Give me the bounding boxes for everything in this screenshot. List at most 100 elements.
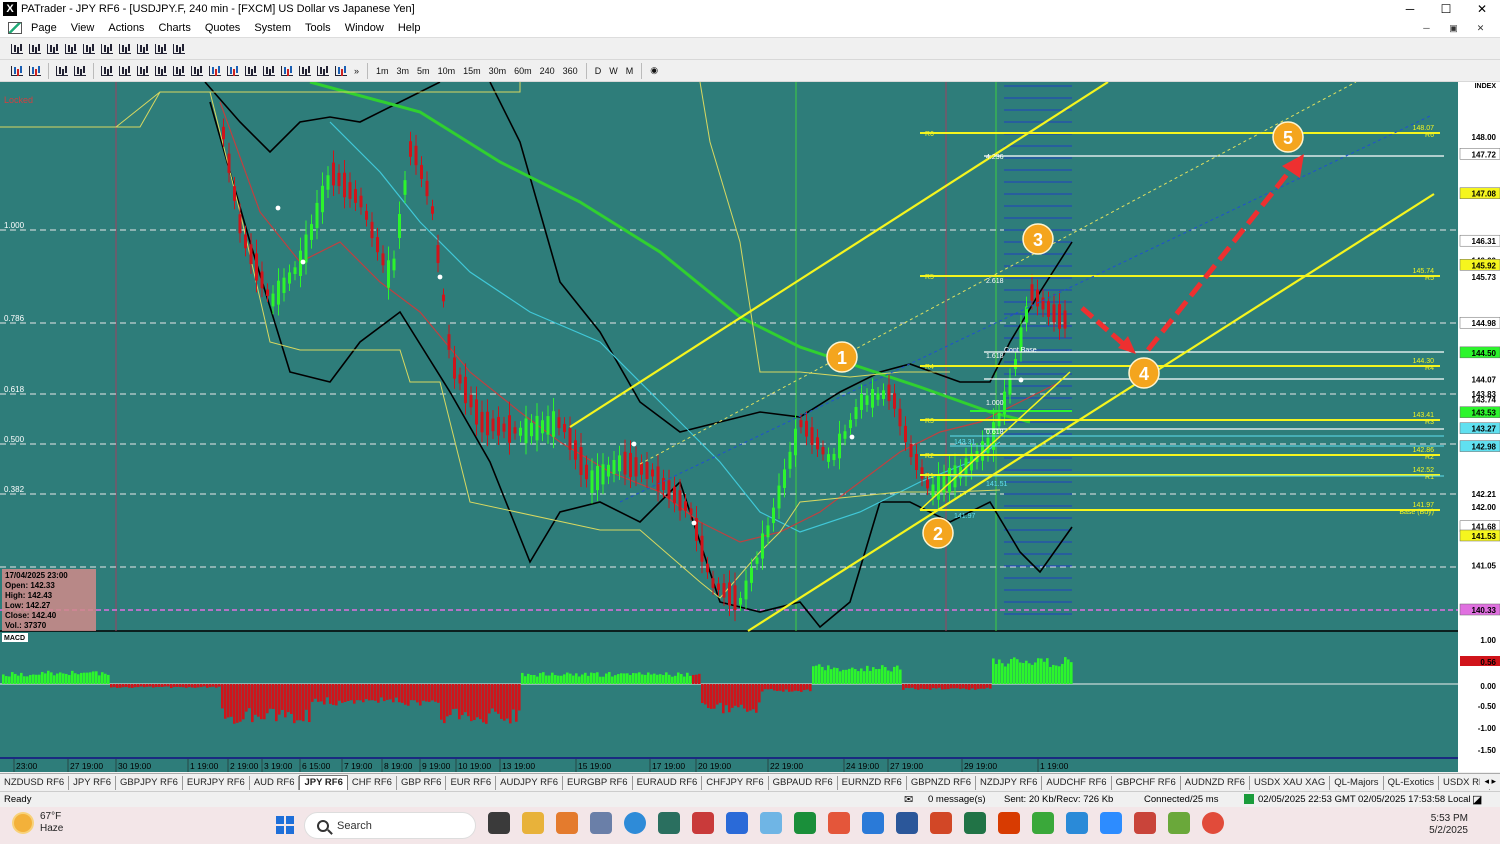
timeframe-daily[interactable]: D: [591, 66, 606, 76]
menu-help[interactable]: Help: [391, 18, 428, 38]
telegram-icon[interactable]: [1066, 812, 1088, 834]
timeframe-15m[interactable]: 15m: [459, 66, 485, 76]
menu-actions[interactable]: Actions: [101, 18, 151, 38]
chart-template-icon[interactable]: [54, 64, 70, 78]
system-clock[interactable]: 5:53 PM 5/2/2025: [1429, 813, 1468, 837]
snipping-icon[interactable]: [556, 812, 578, 834]
taskbar-search[interactable]: Search: [304, 812, 476, 839]
zoom-in-chart-icon[interactable]: [99, 42, 115, 56]
minimize-button[interactable]: ─: [1392, 0, 1428, 18]
symbol-tab[interactable]: GBPCHF RF6: [1112, 775, 1181, 790]
symbol-tab[interactable]: AUD RF6: [250, 775, 300, 790]
envelope-icon[interactable]: ✉: [904, 793, 913, 806]
status-messages[interactable]: 0 message(s): [928, 794, 986, 805]
timeframe-10m[interactable]: 10m: [434, 66, 460, 76]
indicator-icon[interactable]: [135, 42, 151, 56]
timeframe-360[interactable]: 360: [559, 66, 582, 76]
app-g-icon[interactable]: [1032, 812, 1054, 834]
rectangle-icon[interactable]: [279, 64, 295, 78]
symbol-tab[interactable]: GBPAUD RF6: [769, 775, 838, 790]
calculator-icon[interactable]: [590, 812, 612, 834]
symbol-tab[interactable]: EURNZD RF6: [838, 775, 907, 790]
menu-quotes[interactable]: Quotes: [198, 18, 247, 38]
notes-icon[interactable]: [726, 812, 748, 834]
word-icon[interactable]: [896, 812, 918, 834]
symbol-tab[interactable]: JPY RF6: [69, 775, 117, 790]
trade-icon[interactable]: [27, 64, 43, 78]
symbol-tab[interactable]: EURJPY RF6: [183, 775, 250, 790]
mdi-restore-button[interactable]: ▣: [1440, 18, 1467, 38]
symbol-tab[interactable]: CHFJPY RF6: [702, 775, 769, 790]
arrow-tool-icon[interactable]: [315, 64, 331, 78]
symbol-tab[interactable]: NZDUSD RF6: [0, 775, 70, 790]
crosshair-icon[interactable]: [72, 64, 88, 78]
timeframe-weekly[interactable]: W: [605, 66, 622, 76]
menu-window[interactable]: Window: [338, 18, 391, 38]
symbol-tab[interactable]: EURAUD RF6: [633, 775, 703, 790]
trader-app-icon[interactable]: [658, 812, 680, 834]
vertical-line-icon[interactable]: [135, 64, 151, 78]
menu-system[interactable]: System: [247, 18, 298, 38]
maximize-button[interactable]: ☐: [1428, 0, 1464, 18]
cursor-icon[interactable]: [99, 64, 115, 78]
tab-scroll-arrows[interactable]: ◂ ▸: [1480, 774, 1500, 789]
timeframe-3m[interactable]: 3m: [393, 66, 414, 76]
symbol-tab[interactable]: JPY RF6: [299, 775, 348, 790]
zoom-icon[interactable]: [1100, 812, 1122, 834]
timeframe-60m[interactable]: 60m: [510, 66, 536, 76]
symbol-tab[interactable]: NZDJPY RF6: [976, 775, 1043, 790]
candle-chart-icon[interactable]: [27, 42, 43, 56]
autoscroll-icon[interactable]: [153, 42, 169, 56]
symbol-tab[interactable]: GBPNZD RF6: [907, 775, 977, 790]
symbol-tab[interactable]: EUR RF6: [446, 775, 497, 790]
menu-view[interactable]: View: [64, 18, 102, 38]
symbol-tab[interactable]: AUDCHF RF6: [1042, 775, 1112, 790]
app-s2-icon[interactable]: [862, 812, 884, 834]
app-s-icon[interactable]: [828, 812, 850, 834]
chart-app-icon[interactable]: [692, 812, 714, 834]
timeframe-1m[interactable]: 1m: [372, 66, 393, 76]
timeframe-240[interactable]: 240: [536, 66, 559, 76]
close-button[interactable]: ✕: [1464, 0, 1500, 18]
trend-line-icon[interactable]: [153, 64, 169, 78]
file-explorer-icon[interactable]: [522, 812, 544, 834]
mdi-close-button[interactable]: ✕: [1467, 18, 1494, 38]
gann-icon[interactable]: [243, 64, 259, 78]
excel-icon[interactable]: [964, 812, 986, 834]
symbol-tab[interactable]: QL-Majors: [1330, 775, 1384, 790]
timeframe-5m[interactable]: 5m: [413, 66, 434, 76]
line-chart-icon[interactable]: [63, 42, 79, 56]
chart-area[interactable]: 1.000 0.786 0.618 0.500 0.382 R6 148.07 R6 R5 145…: [0, 82, 1500, 772]
symbol-tab[interactable]: AUDJPY RF6: [496, 775, 564, 790]
symbol-tab[interactable]: EURGBP RF6: [563, 775, 633, 790]
mdi-minimize-button[interactable]: ─: [1413, 18, 1440, 38]
fx-app-icon[interactable]: [794, 812, 816, 834]
symbol-tab[interactable]: QL-Exotics: [1384, 775, 1440, 790]
fib-levels-icon[interactable]: [207, 64, 223, 78]
windows-start-icon[interactable]: [276, 816, 294, 834]
pitchfork-icon[interactable]: [261, 64, 277, 78]
fibonacci-icon[interactable]: [189, 64, 205, 78]
bar-chart-icon[interactable]: [9, 42, 25, 56]
pivot-icon[interactable]: [225, 64, 241, 78]
text-icon[interactable]: [297, 64, 313, 78]
price-chart[interactable]: 1.0000.7860.6180.5000.382R6148.07R6R5145…: [0, 82, 1500, 772]
horizontal-line-icon[interactable]: [117, 64, 133, 78]
app-c-icon[interactable]: [998, 812, 1020, 834]
symbol-tab[interactable]: GBPJPY RF6: [116, 775, 183, 790]
clock-icon[interactable]: ◉: [646, 65, 662, 76]
chart-mode-icon[interactable]: ◪: [1472, 793, 1482, 806]
symbol-tab[interactable]: GBP RF6: [397, 775, 447, 790]
powerpoint-icon[interactable]: [930, 812, 952, 834]
chrome-2-icon[interactable]: [1202, 812, 1224, 834]
menu-page[interactable]: Page: [24, 18, 64, 38]
photos-icon[interactable]: [760, 812, 782, 834]
symbol-tab[interactable]: CHF RF6: [348, 775, 397, 790]
ohlc-chart-icon[interactable]: [45, 42, 61, 56]
app-stack-icon[interactable]: [1134, 812, 1156, 834]
symbol-tab[interactable]: USDX XAU XAG: [1250, 775, 1331, 790]
timeframe-monthly[interactable]: M: [622, 66, 638, 76]
symbol-tab[interactable]: AUDNZD RF6: [1181, 775, 1250, 790]
chrome-icon[interactable]: [624, 812, 646, 834]
levels-icon[interactable]: [333, 64, 349, 78]
